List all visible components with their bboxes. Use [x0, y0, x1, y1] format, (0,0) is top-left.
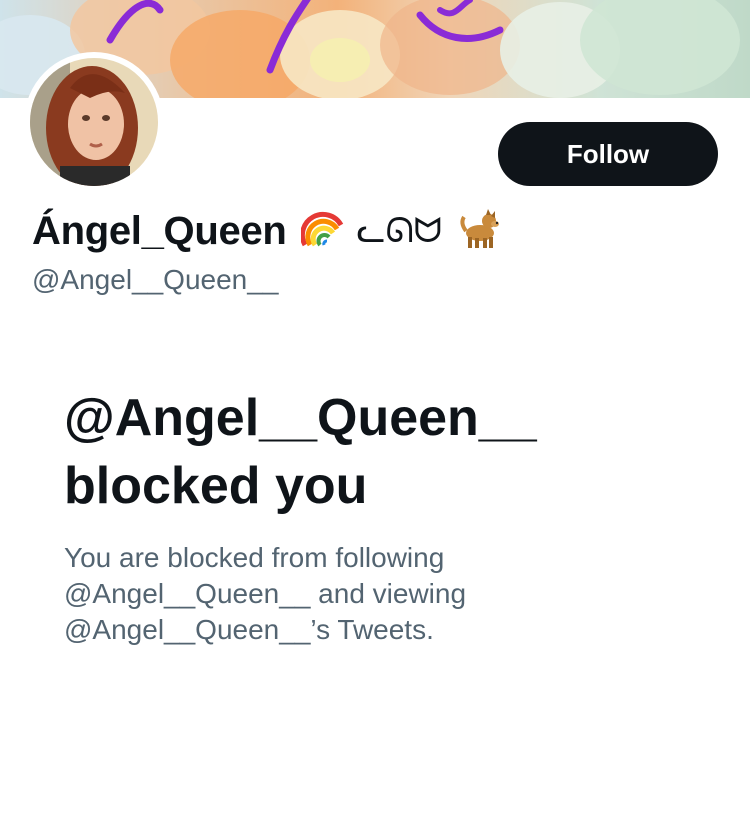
profile-name-row: Ángel_Queen ᓚᘏᗢ — [32, 206, 500, 256]
cat-kaomoji: ᓚᘏᗢ — [356, 211, 442, 251]
blocked-description: You are blocked from following @Angel__Q… — [64, 542, 467, 645]
profile-handle: @Angel__Queen__ — [32, 264, 279, 295]
dog-emoji-icon — [456, 208, 500, 254]
blocked-title: @Angel__Queen__ blocked you — [64, 389, 537, 515]
avatar[interactable] — [24, 52, 164, 192]
profile-page: Follow Ángel_Queen ᓚᘏᗢ @Angel__Queen__ @… — [0, 0, 750, 834]
display-name: Ángel_Queen — [32, 208, 287, 253]
rainbow-emoji-icon — [299, 211, 345, 252]
follow-button[interactable]: Follow — [498, 122, 718, 186]
